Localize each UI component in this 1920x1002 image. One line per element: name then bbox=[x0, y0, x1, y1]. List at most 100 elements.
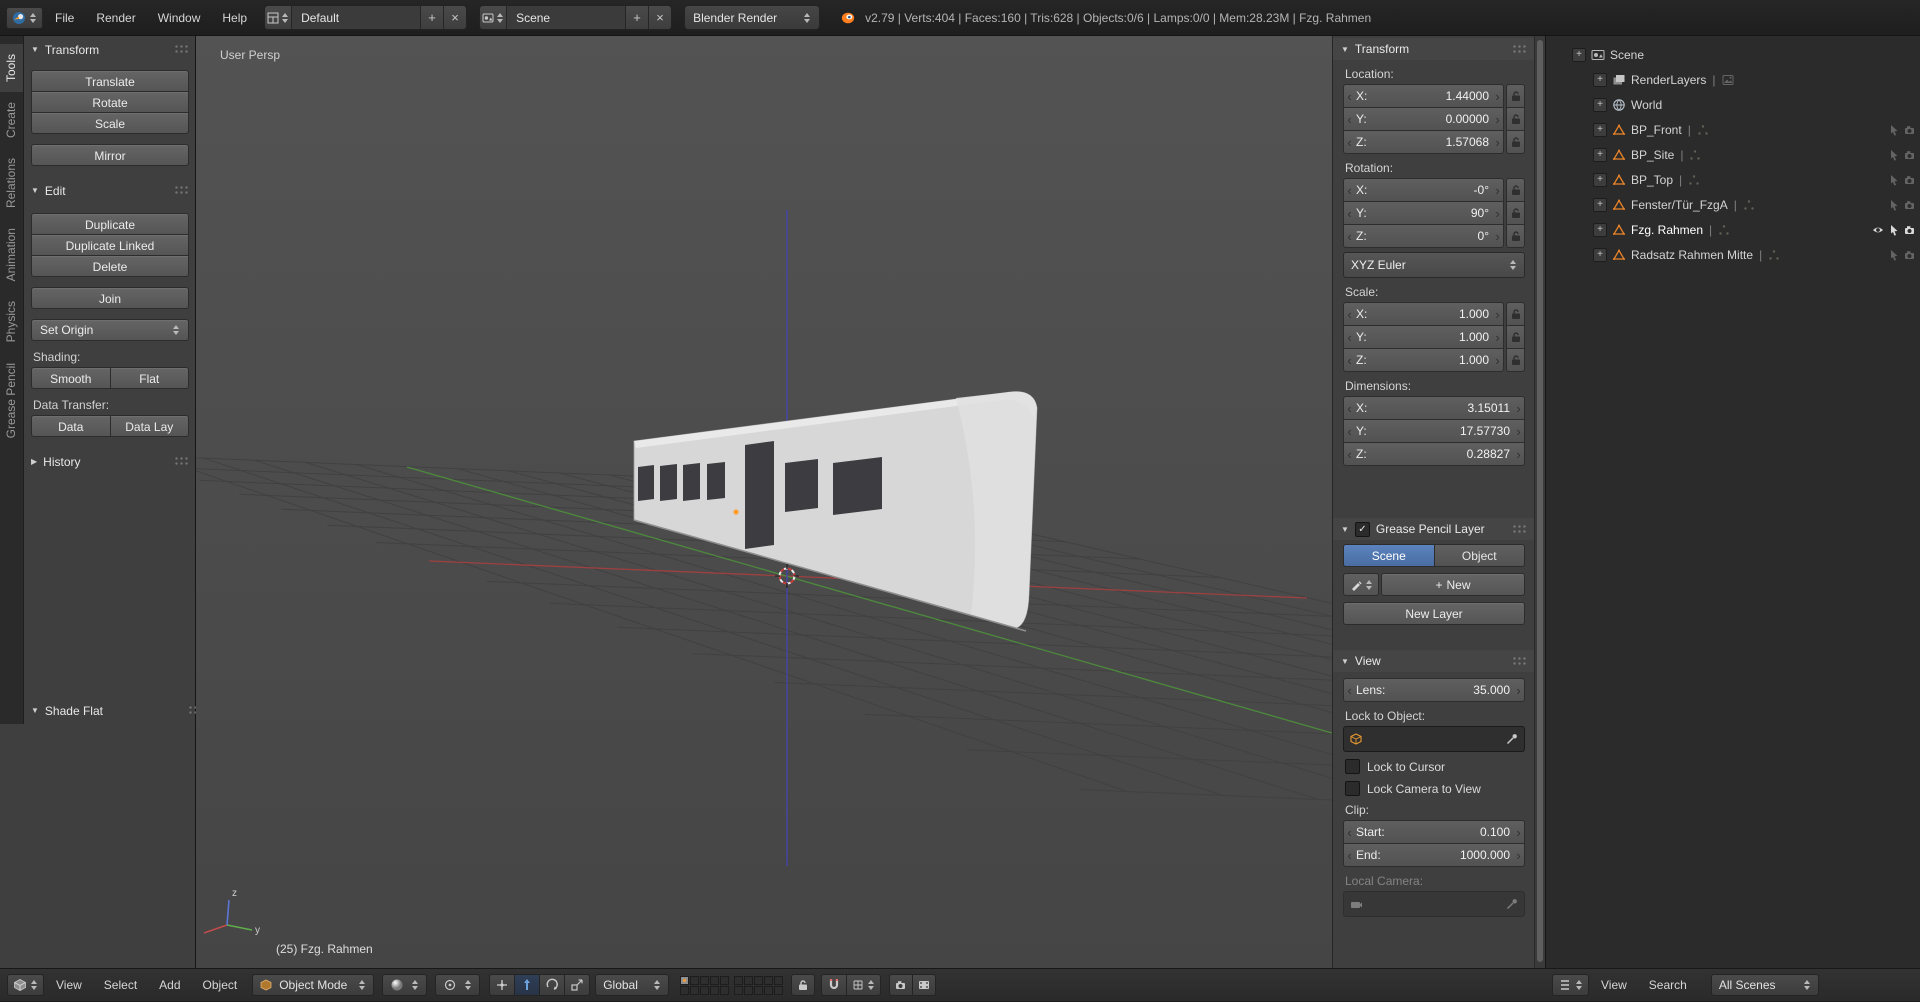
location-y-field[interactable]: ‹Y:0.00000› bbox=[1343, 107, 1504, 131]
screen-layout-browse-button[interactable] bbox=[265, 6, 292, 29]
add-scene-button[interactable]: + bbox=[625, 6, 648, 29]
outliner-item-label[interactable]: RenderLayers bbox=[1631, 73, 1706, 87]
outliner-row-bp-front[interactable]: + BP_Front | bbox=[1546, 117, 1920, 142]
outliner-row-fzg-rahmen[interactable]: + Fzg. Rahmen | bbox=[1546, 217, 1920, 242]
outliner-item-label[interactable]: BP_Site bbox=[1631, 148, 1674, 162]
opengl-render-animation-button[interactable] bbox=[912, 974, 936, 996]
properties-scrollbar[interactable] bbox=[1534, 36, 1545, 968]
expand-toggle-icon[interactable]: + bbox=[1593, 123, 1607, 137]
mirror-button[interactable]: Mirror bbox=[31, 144, 189, 166]
editor-type-info-button[interactable] bbox=[6, 7, 43, 29]
tab-tools[interactable]: Tools bbox=[0, 44, 23, 92]
rotate-button[interactable]: Rotate bbox=[31, 91, 189, 113]
panel-header-transform[interactable]: ▼ Transform bbox=[24, 39, 196, 60]
rotation-z-lock-button[interactable] bbox=[1506, 224, 1525, 248]
panel-header-view[interactable]: ▼ View bbox=[1333, 650, 1534, 672]
lens-field[interactable]: ‹Lens:35.000› bbox=[1343, 678, 1525, 702]
tab-relations[interactable]: Relations bbox=[0, 148, 23, 218]
join-button[interactable]: Join bbox=[31, 287, 189, 309]
clip-start-field[interactable]: ‹Start:0.100› bbox=[1343, 820, 1525, 844]
layers-group-1[interactable] bbox=[680, 976, 729, 995]
outliner-item-label[interactable]: BP_Front bbox=[1631, 123, 1682, 137]
opengl-render-image-button[interactable] bbox=[889, 974, 913, 996]
lock-camera-row[interactable]: Lock Camera to View bbox=[1345, 781, 1523, 796]
restrict-select-icon[interactable] bbox=[1888, 249, 1900, 261]
eyedropper-icon[interactable] bbox=[1506, 733, 1518, 745]
viewport-3d-canvas[interactable]: User Persp (25) Fzg. Rahmen z y bbox=[196, 36, 1332, 968]
restrict-render-icon[interactable] bbox=[1904, 124, 1916, 136]
scale-x-lock-button[interactable] bbox=[1506, 302, 1525, 326]
restrict-select-icon[interactable] bbox=[1888, 124, 1900, 136]
outliner-row-scene[interactable]: + Scene bbox=[1546, 42, 1920, 67]
snap-element-dropdown[interactable] bbox=[846, 974, 881, 996]
mesh-data-icon[interactable] bbox=[1743, 199, 1755, 211]
duplicate-button[interactable]: Duplicate bbox=[31, 213, 189, 235]
rotation-y-field[interactable]: ‹Y:90°› bbox=[1343, 201, 1504, 225]
rotate-manipulator-button[interactable] bbox=[539, 974, 565, 996]
add-screen-layout-button[interactable]: + bbox=[420, 6, 443, 29]
location-x-lock-button[interactable] bbox=[1506, 84, 1525, 108]
gp-new-button[interactable]: +New bbox=[1381, 573, 1525, 596]
outliner-row-renderlayers[interactable]: + RenderLayers | bbox=[1546, 67, 1920, 92]
rotation-y-lock-button[interactable] bbox=[1506, 201, 1525, 225]
mesh-data-icon[interactable] bbox=[1718, 224, 1730, 236]
local-camera-field[interactable] bbox=[1343, 891, 1525, 917]
mesh-data-icon[interactable] bbox=[1688, 174, 1700, 186]
location-y-lock-button[interactable] bbox=[1506, 107, 1525, 131]
vp-menu-object[interactable]: Object bbox=[193, 968, 248, 1002]
dimensions-z-field[interactable]: ‹Z:0.28827› bbox=[1343, 442, 1525, 466]
panel-grip-icon[interactable] bbox=[1512, 524, 1527, 535]
expand-toggle-icon[interactable]: + bbox=[1572, 48, 1586, 62]
lock-camera-checkbox[interactable] bbox=[1345, 781, 1360, 796]
scale-button[interactable]: Scale bbox=[31, 112, 189, 134]
panel-header-redo[interactable]: ▼ Shade Flat bbox=[24, 700, 210, 721]
dimensions-y-field[interactable]: ‹Y:17.57730› bbox=[1343, 419, 1525, 443]
pivot-point-dropdown[interactable] bbox=[435, 974, 480, 996]
scale-x-field[interactable]: ‹X:1.000› bbox=[1343, 302, 1504, 326]
rotation-x-field[interactable]: ‹X:-0°› bbox=[1343, 178, 1504, 202]
lock-to-scene-button[interactable] bbox=[791, 974, 815, 996]
expand-toggle-icon[interactable]: + bbox=[1593, 98, 1607, 112]
outliner-row-world[interactable]: + World bbox=[1546, 92, 1920, 117]
outliner-item-label[interactable]: Fenster/Tür_FzgA bbox=[1631, 198, 1728, 212]
expand-toggle-icon[interactable]: + bbox=[1593, 223, 1607, 237]
editor-type-outliner-button[interactable] bbox=[1552, 974, 1589, 996]
editor-type-3dview-button[interactable] bbox=[7, 974, 44, 996]
lock-to-cursor-checkbox[interactable] bbox=[1345, 759, 1360, 774]
tab-create[interactable]: Create bbox=[0, 92, 23, 148]
panel-grip-icon[interactable] bbox=[1512, 44, 1527, 55]
mesh-data-icon[interactable] bbox=[1689, 149, 1701, 161]
tab-animation[interactable]: Animation bbox=[0, 218, 23, 291]
lock-to-cursor-row[interactable]: Lock to Cursor bbox=[1345, 759, 1523, 774]
mesh-data-icon[interactable] bbox=[1697, 124, 1709, 136]
translate-manipulator-button[interactable] bbox=[514, 974, 540, 996]
outliner-item-label[interactable]: World bbox=[1631, 98, 1662, 112]
panel-grip-icon[interactable] bbox=[1512, 656, 1527, 667]
outliner-row-bp-site[interactable]: + BP_Site | bbox=[1546, 142, 1920, 167]
dimensions-x-field[interactable]: ‹X:3.15011› bbox=[1343, 396, 1525, 420]
shade-flat-button[interactable]: Flat bbox=[110, 367, 190, 389]
scale-y-lock-button[interactable] bbox=[1506, 325, 1525, 349]
delete-screen-layout-button[interactable]: × bbox=[443, 6, 466, 29]
expand-toggle-icon[interactable]: + bbox=[1593, 248, 1607, 262]
restrict-select-icon[interactable] bbox=[1888, 149, 1900, 161]
menu-render[interactable]: Render bbox=[86, 1, 145, 35]
tab-grease-pencil[interactable]: Grease Pencil bbox=[0, 353, 23, 448]
restrict-render-icon[interactable] bbox=[1904, 174, 1916, 186]
menu-help[interactable]: Help bbox=[212, 1, 257, 35]
menu-window[interactable]: Window bbox=[148, 1, 211, 35]
gp-tab-scene[interactable]: Scene bbox=[1343, 544, 1435, 567]
location-z-field[interactable]: ‹Z:1.57068› bbox=[1343, 130, 1504, 154]
interaction-mode-dropdown[interactable]: Object Mode bbox=[252, 974, 374, 996]
restrict-render-icon[interactable] bbox=[1904, 199, 1916, 211]
grease-pencil-checkbox[interactable]: ✓ bbox=[1355, 522, 1370, 537]
rotation-x-lock-button[interactable] bbox=[1506, 178, 1525, 202]
panel-header-transform-n[interactable]: ▼ Transform bbox=[1333, 38, 1534, 60]
scene-browse-button[interactable] bbox=[480, 6, 507, 29]
delete-scene-button[interactable]: × bbox=[648, 6, 671, 29]
outliner-item-label[interactable]: Scene bbox=[1610, 48, 1644, 62]
vp-menu-select[interactable]: Select bbox=[94, 968, 147, 1002]
layers-widget[interactable] bbox=[680, 976, 783, 995]
expand-toggle-icon[interactable]: + bbox=[1593, 198, 1607, 212]
gp-new-layer-button[interactable]: New Layer bbox=[1343, 602, 1525, 625]
